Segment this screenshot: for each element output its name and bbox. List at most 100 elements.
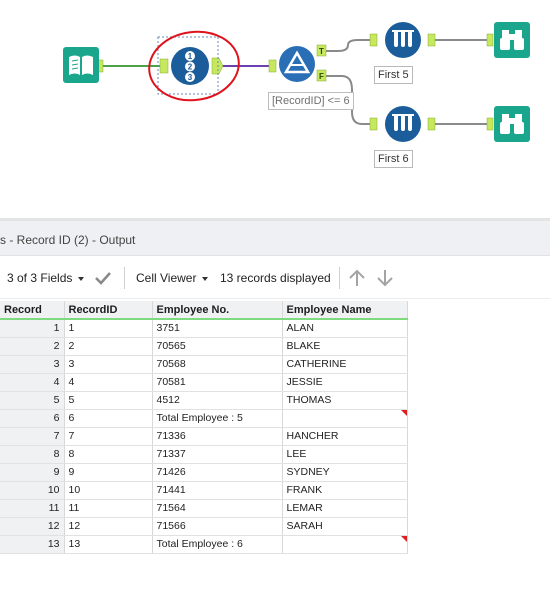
sample-tool-top[interactable] — [384, 21, 422, 59]
employee-no-cell[interactable]: 70581 — [152, 373, 283, 392]
employee-no-cell[interactable]: 71441 — [152, 481, 283, 500]
recordid-cell[interactable]: 2 — [64, 337, 153, 356]
cell-viewer-label: Cell Viewer — [136, 271, 197, 285]
input-anchor[interactable] — [369, 117, 378, 131]
employee-name-cell[interactable]: JESSIE — [282, 373, 408, 392]
table-row[interactable]: 6 6 Total Employee : 5 — [0, 409, 408, 428]
employee-no-cell[interactable]: 71426 — [152, 463, 283, 482]
sample-icon — [385, 106, 421, 142]
row-number-cell[interactable]: 13 — [0, 535, 65, 554]
row-number-cell[interactable]: 3 — [0, 355, 65, 374]
input-anchor[interactable] — [486, 33, 494, 47]
cell-viewer-dropdown[interactable]: Cell Viewer — [136, 271, 209, 285]
browse-tool-bottom[interactable] — [494, 106, 530, 142]
recordid-cell[interactable]: 10 — [64, 481, 153, 500]
row-number-cell[interactable]: 12 — [0, 517, 65, 536]
input-anchor[interactable] — [486, 117, 494, 131]
workflow-canvas[interactable]: T F 1 2 3 [RecordID] <= 6 First 5 First … — [0, 0, 550, 218]
employee-name-cell[interactable]: LEMAR — [282, 499, 408, 518]
table-row[interactable]: 4 4 70581 JESSIE — [0, 373, 408, 392]
table-row[interactable]: 9 9 71426 SYDNEY — [0, 463, 408, 482]
sample-icon — [385, 22, 421, 58]
employee-name-cell[interactable]: CATHERINE — [282, 355, 408, 374]
filter-expression-label: [RecordID] <= 6 — [268, 92, 354, 110]
row-number-cell[interactable]: 7 — [0, 427, 65, 446]
row-number-cell[interactable]: 6 — [0, 409, 65, 428]
table-row[interactable]: 10 10 71441 FRANK — [0, 481, 408, 500]
column-header-recordid[interactable]: RecordID — [64, 301, 153, 320]
recordid-cell[interactable]: 6 — [64, 409, 153, 428]
record-id-tool[interactable]: 1 2 3 — [170, 46, 210, 86]
employee-no-cell[interactable]: 70568 — [152, 355, 283, 374]
filter-tool[interactable] — [278, 45, 316, 83]
table-row[interactable]: 5 5 4512 THOMAS — [0, 391, 408, 410]
row-number-cell[interactable]: 4 — [0, 373, 65, 392]
recordid-cell[interactable]: 11 — [64, 499, 153, 518]
table-row[interactable]: 13 13 Total Employee : 6 — [0, 535, 408, 554]
employee-name-cell[interactable]: ALAN — [282, 319, 408, 338]
row-number-cell[interactable]: 10 — [0, 481, 65, 500]
results-title-bar: s - Record ID (2) - Output — [0, 221, 550, 256]
row-number-cell[interactable]: 11 — [0, 499, 65, 518]
input-data-tool[interactable] — [63, 47, 99, 83]
employee-name-cell[interactable]: FRANK — [282, 481, 408, 500]
table-row[interactable]: 8 8 71337 LEE — [0, 445, 408, 464]
arrow-up-icon[interactable] — [346, 267, 368, 289]
records-count: 13 records displayed — [220, 271, 331, 285]
checkmark-icon[interactable] — [92, 267, 114, 289]
input-anchor[interactable] — [369, 33, 378, 47]
row-number-cell[interactable]: 1 — [0, 319, 65, 338]
employee-name-cell[interactable]: SARAH — [282, 517, 408, 536]
output-anchor[interactable] — [427, 117, 436, 131]
row-number-cell[interactable]: 8 — [0, 445, 65, 464]
output-anchor[interactable] — [427, 33, 436, 47]
employee-name-cell[interactable]: HANCHER — [282, 427, 408, 446]
employee-name-cell[interactable]: LEE — [282, 445, 408, 464]
employee-name-cell[interactable]: BLAKE — [282, 337, 408, 356]
employee-name-cell[interactable]: THOMAS — [282, 391, 408, 410]
recordid-cell[interactable]: 4 — [64, 373, 153, 392]
fields-dropdown[interactable]: 3 of 3 Fields — [7, 271, 85, 285]
row-number-cell[interactable]: 2 — [0, 337, 65, 356]
table-row[interactable]: 11 11 71564 LEMAR — [0, 499, 408, 518]
recordid-cell[interactable]: 13 — [64, 535, 153, 554]
recordid-cell[interactable]: 5 — [64, 391, 153, 410]
book-input-icon — [63, 47, 99, 83]
employee-no-cell[interactable]: Total Employee : 6 — [152, 535, 283, 554]
filter-false-anchor-label: F — [319, 72, 324, 81]
recordid-cell[interactable]: 7 — [64, 427, 153, 446]
column-header-employee-name[interactable]: Employee Name — [282, 301, 408, 320]
record-id-icon: 1 2 3 — [171, 47, 209, 85]
table-row[interactable]: 12 12 71566 SARAH — [0, 517, 408, 536]
employee-name-cell[interactable]: SYDNEY — [282, 463, 408, 482]
table-row[interactable]: 2 2 70565 BLAKE — [0, 337, 408, 356]
employee-name-cell[interactable] — [282, 409, 408, 428]
column-header-record[interactable]: Record — [0, 301, 65, 320]
employee-no-cell[interactable]: 71337 — [152, 445, 283, 464]
employee-no-cell[interactable]: 4512 — [152, 391, 283, 410]
employee-no-cell[interactable]: 71564 — [152, 499, 283, 518]
employee-no-cell[interactable]: 71566 — [152, 517, 283, 536]
employee-name-cell[interactable] — [282, 535, 408, 554]
arrow-down-icon[interactable] — [374, 267, 396, 289]
input-anchor[interactable] — [159, 58, 169, 74]
table-row[interactable]: 7 7 71336 HANCHER — [0, 427, 408, 446]
employee-no-cell[interactable]: Total Employee : 5 — [152, 409, 283, 428]
browse-tool-top[interactable] — [494, 22, 530, 58]
recordid-cell[interactable]: 8 — [64, 445, 153, 464]
recordid-cell[interactable]: 1 — [64, 319, 153, 338]
column-header-employee-no[interactable]: Employee No. — [152, 301, 283, 320]
recordid-cell[interactable]: 9 — [64, 463, 153, 482]
input-anchor[interactable] — [268, 59, 277, 73]
employee-no-cell[interactable]: 70565 — [152, 337, 283, 356]
sample-tool-bottom[interactable] — [384, 105, 422, 143]
table-row[interactable]: 1 1 3751 ALAN — [0, 319, 408, 338]
row-number-cell[interactable]: 9 — [0, 463, 65, 482]
row-number-cell[interactable]: 5 — [0, 391, 65, 410]
employee-no-cell[interactable]: 71336 — [152, 427, 283, 446]
recordid-cell[interactable]: 3 — [64, 355, 153, 374]
employee-no-cell[interactable]: 3751 — [152, 319, 283, 338]
table-row[interactable]: 3 3 70568 CATHERINE — [0, 355, 408, 374]
toolbar-separator — [339, 267, 340, 289]
recordid-cell[interactable]: 12 — [64, 517, 153, 536]
